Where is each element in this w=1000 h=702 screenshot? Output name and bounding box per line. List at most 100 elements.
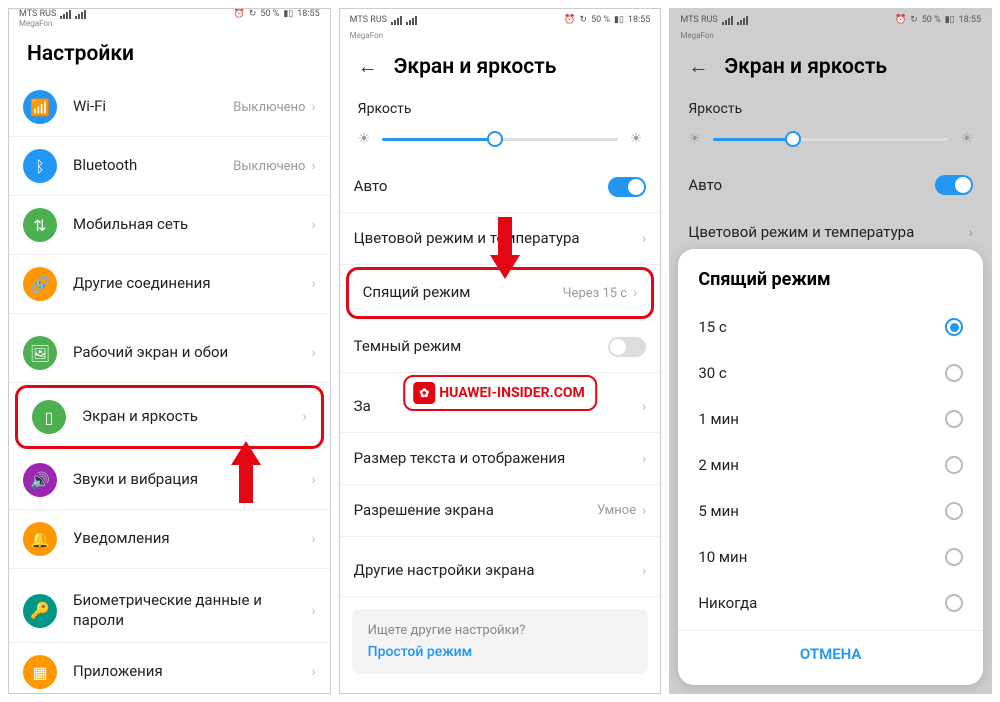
alarm-icon: ⏰ — [564, 15, 575, 25]
option-label: 30 с — [698, 364, 726, 382]
option-label: 1 мин — [698, 410, 739, 428]
radio-button[interactable] — [945, 548, 963, 566]
settings-row[interactable]: 📶Wi-FiВыключено› — [9, 78, 330, 137]
clock-text: 18:55 — [628, 15, 650, 25]
battery-icon: ▮▯ — [614, 15, 624, 25]
settings-row[interactable]: 🖼Рабочий экран и обои› — [9, 324, 330, 383]
settings-row[interactable]: 🔑Биометрические данные и пароли› — [9, 579, 330, 643]
settings-row[interactable]: 🔊Звуки и вибрация› — [9, 451, 330, 510]
watermark-text: HUAWEI-INSIDER.COM — [439, 385, 585, 401]
sleep-option[interactable]: 15 с — [678, 304, 983, 350]
row-label: Wi-Fi — [73, 97, 233, 117]
settings-row[interactable]: ▦Приложения› — [9, 643, 330, 694]
row-label: Приложения — [73, 662, 311, 682]
slider-track[interactable] — [713, 138, 949, 141]
row-label: Уведомления — [73, 529, 311, 549]
sync-icon: ↻ — [249, 9, 257, 19]
sun-dim-icon: ☀ — [358, 131, 371, 147]
sun-bright-icon: ☀ — [960, 131, 973, 147]
radio-button[interactable] — [945, 318, 963, 336]
battery-icon: ▮▯ — [283, 9, 293, 19]
signal-icon — [391, 16, 402, 25]
settings-row[interactable]: ᛒBluetoothВыключено› — [9, 137, 330, 196]
chevron-right-icon: › — [642, 399, 646, 415]
options-list: 15 с 30 с 1 мин 2 мин 5 мин 10 мин Никогда — [678, 304, 983, 626]
signal-icon-2 — [75, 10, 86, 19]
option-label: 5 мин — [698, 502, 739, 520]
sub-carrier: MegaFon — [340, 31, 661, 40]
row-label: Другие настройки экрана — [354, 561, 642, 581]
row-label: Другие соединения — [73, 274, 311, 294]
page-title: Экран и яркость — [724, 55, 887, 79]
signal-icon-2 — [406, 16, 417, 25]
auto-brightness-row[interactable]: Авто — [670, 161, 991, 209]
row-label: Авто — [354, 177, 609, 197]
clock-text: 18:55 — [959, 15, 981, 25]
settings-row[interactable]: 🔗Другие соединения› — [9, 255, 330, 314]
row-value: Выключено — [233, 100, 305, 115]
display-row[interactable]: Другие настройки экрана› — [340, 545, 661, 597]
settings-row[interactable]: ⇅Мобильная сеть› — [9, 196, 330, 255]
radio-button[interactable] — [945, 502, 963, 520]
radio-button[interactable] — [945, 456, 963, 474]
row-label: Авто — [688, 176, 935, 194]
image-icon: 🖼 — [23, 336, 57, 370]
sleep-option[interactable]: 2 мин — [678, 442, 983, 488]
settings-list: 📶Wi-FiВыключено›ᛒBluetoothВыключено›⇅Моб… — [9, 78, 330, 694]
suggestion-box: Ищете другие настройки? Простой режим — [352, 609, 649, 674]
radio-button[interactable] — [945, 594, 963, 612]
cancel-button[interactable]: ОТМЕНА — [678, 630, 983, 677]
status-bar: MTS RUS ⏰ ↻ 50 % ▮▯ 18:55 — [670, 9, 991, 31]
key-icon: 🔑 — [23, 594, 57, 628]
brightness-label: Яркость — [340, 91, 661, 123]
sleep-option[interactable]: 5 мин — [678, 488, 983, 534]
sleep-option[interactable]: 10 мин — [678, 534, 983, 580]
settings-row[interactable]: 🔔Уведомления› — [9, 510, 330, 569]
suggestion-link[interactable]: Простой режим — [368, 644, 633, 660]
sub-carrier: MegaFon — [9, 19, 330, 28]
phone-sleep-modal: MTS RUS ⏰ ↻ 50 % ▮▯ 18:55 MegaFon ← Экра… — [669, 8, 992, 694]
back-button[interactable]: ← — [688, 54, 708, 79]
brightness-slider[interactable]: ☀ ☀ — [340, 123, 661, 161]
back-button[interactable]: ← — [358, 54, 378, 79]
battery-text: 50 % — [260, 9, 279, 19]
row-value: Умное — [597, 503, 636, 518]
row-label: Экран и яркость — [82, 407, 302, 427]
sound-icon: 🔊 — [23, 463, 57, 497]
row-label: Размер текста и отображения — [354, 449, 642, 469]
bell-icon: 🔔 — [23, 522, 57, 556]
auto-brightness-row[interactable]: Авто — [340, 161, 661, 213]
toggle-switch[interactable] — [935, 175, 973, 195]
chevron-right-icon: › — [311, 276, 315, 292]
brightness-slider[interactable]: ☀ ☀ — [670, 123, 991, 161]
sleep-option[interactable]: 30 с — [678, 350, 983, 396]
row-value: Через 15 с — [563, 286, 627, 301]
chevron-right-icon: › — [642, 503, 646, 519]
toggle-switch[interactable] — [608, 177, 646, 197]
signal-icon-2 — [737, 16, 748, 25]
alarm-icon: ⏰ — [234, 9, 245, 19]
phone-settings: MTS RUS ⏰ ↻ 50 % ▮▯ 18:55 MegaFon Настро… — [8, 8, 331, 694]
option-label: Никогда — [698, 594, 757, 612]
option-label: 15 с — [698, 318, 726, 336]
page-title: Настройки — [27, 42, 134, 66]
alarm-icon: ⏰ — [895, 15, 906, 25]
display-row[interactable]: Темный режим — [340, 321, 661, 373]
chevron-right-icon: › — [642, 563, 646, 579]
slider-track[interactable] — [382, 138, 618, 141]
sleep-option[interactable]: 1 мин — [678, 396, 983, 442]
phone-icon: ▯ — [32, 400, 66, 434]
sync-icon: ↻ — [910, 15, 918, 25]
sleep-option[interactable]: Никогда — [678, 580, 983, 626]
page-header: ← Экран и яркость — [340, 40, 661, 91]
chevron-right-icon: › — [311, 158, 315, 174]
display-row[interactable]: Разрешение экранаУмное › — [340, 485, 661, 537]
settings-row[interactable]: ▯Экран и яркость› — [15, 385, 324, 449]
huawei-logo-icon: ✿ — [413, 382, 435, 404]
radio-button[interactable] — [945, 364, 963, 382]
display-row[interactable]: Размер текста и отображения› — [340, 433, 661, 485]
radio-button[interactable] — [945, 410, 963, 428]
toggle-switch[interactable] — [608, 337, 646, 357]
page-header: Настройки — [9, 28, 330, 78]
row-label: Разрешение экрана — [354, 501, 597, 521]
